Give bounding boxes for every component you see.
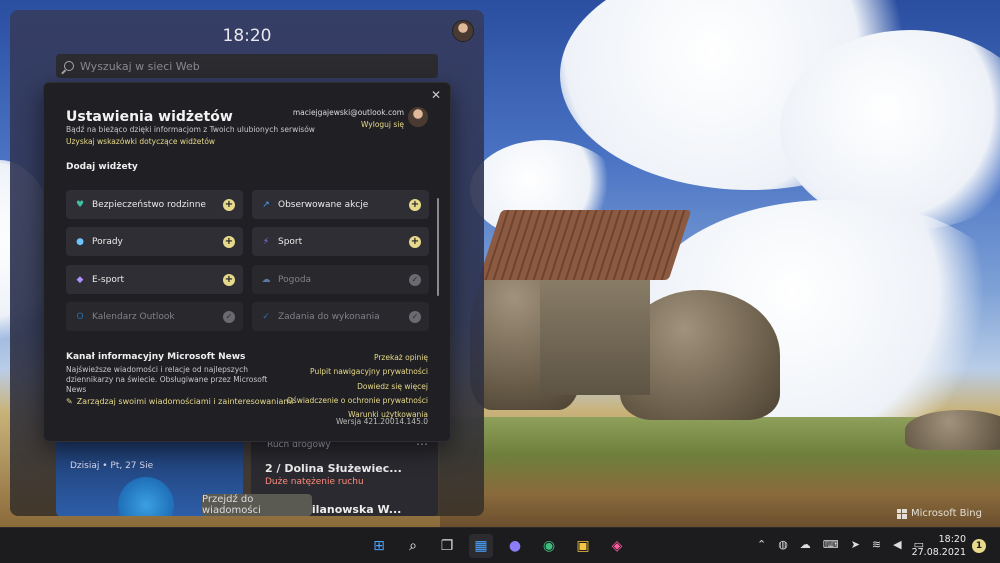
add-icon[interactable]: + — [223, 235, 235, 248]
house-roof — [478, 210, 692, 280]
taskbar-date: 27.08.2021 — [911, 547, 966, 558]
manage-interests-link[interactable]: ✎ Zarządzaj swoimi wiadomościami i zaint… — [66, 397, 293, 406]
widget-tile[interactable]: ↗ Obserwowane akcje + — [252, 190, 429, 219]
widget-tile-label: Sport — [278, 236, 303, 247]
add-icon[interactable]: + — [223, 198, 235, 211]
pencil-icon: ✎ — [66, 397, 73, 406]
add-widgets-heading: Dodaj widżety — [66, 162, 138, 172]
learn-more-link[interactable]: Dowiedz się więcej — [287, 380, 428, 394]
traffic-status: Duże natężenie ruchu — [265, 477, 364, 487]
web-search-box[interactable]: Wyszukaj w sieci Web — [56, 54, 438, 78]
widget-tile[interactable]: ✓ Zadania do wykonania ✓ — [252, 302, 429, 331]
store-icon[interactable]: ▣ — [571, 534, 595, 558]
todo-icon: ✓ — [262, 311, 270, 322]
privacy-statement-link[interactable]: Oświadczenie o ochronie prywatności — [287, 394, 428, 408]
widget-tile-label: Pogoda — [278, 274, 312, 285]
widget-settings-dialog: ✕ Ustawienia widżetów Bądź na bieżąco dz… — [43, 82, 451, 442]
teams-chat-icon[interactable]: ● — [503, 534, 527, 558]
edge-canary-icon[interactable]: ◉ — [537, 534, 561, 558]
chevron-up-icon[interactable]: ⌃ — [757, 538, 766, 551]
taskbar-apps: ⊞ ⌕ ❐ ▦ ● ◉ ▣ ◈ — [367, 534, 629, 558]
board-clock: 18:20 — [222, 26, 272, 46]
keyboard-icon[interactable]: ⌨ — [823, 538, 839, 551]
notification-badge[interactable]: 1 — [972, 539, 986, 553]
house-wall — [540, 270, 650, 395]
bing-watermark: Microsoft Bing — [896, 508, 982, 519]
dialog-title: Ustawienia widżetów — [66, 109, 233, 125]
dialog-subtitle: Bądź na bieżąco dzięki informacjom z Two… — [66, 125, 315, 134]
widget-tile-label: Obserwowane akcje — [278, 199, 369, 210]
scrollbar[interactable] — [437, 198, 439, 296]
widgets-icon[interactable]: ▦ — [469, 534, 493, 558]
widget-tile[interactable]: ● Porady + — [66, 227, 243, 256]
info-links: Przekaż opinię Pulpit nawigacyjny prywat… — [287, 351, 428, 422]
close-button[interactable]: ✕ — [428, 87, 444, 103]
runner-icon: ⚡ — [262, 236, 270, 247]
watermark-text: Microsoft Bing — [910, 508, 982, 519]
logout-link[interactable]: Wyloguj się — [361, 120, 404, 129]
widget-tile[interactable]: O Kalendarz Outlook ✓ — [66, 302, 243, 331]
location-icon[interactable]: ➤ — [851, 538, 860, 551]
heart-icon: ♥ — [75, 199, 85, 210]
news-feed-heading: Kanał informacyjny Microsoft News — [66, 352, 246, 362]
widget-tile[interactable]: ♥ Bezpieczeństwo rodzinne + — [66, 190, 243, 219]
account-avatar — [408, 107, 428, 127]
wifi-icon[interactable]: ≋ — [872, 538, 881, 551]
account-email: maciejgajewski@outlook.com — [292, 108, 404, 117]
search-placeholder: Wyszukaj w sieci Web — [80, 59, 200, 73]
widget-tile[interactable]: ☁ Pogoda ✓ — [252, 265, 429, 294]
search-icon[interactable]: ⌕ — [401, 534, 425, 558]
widget-tile[interactable]: ◆ E-sport + — [66, 265, 243, 294]
system-tray: ⌃ ◍ ☁ ⌨ ➤ ≋ ◀ ▭ — [757, 538, 924, 551]
outlook-icon: O — [76, 311, 84, 322]
onedrive-icon[interactable]: ☁ — [800, 538, 811, 551]
widget-tile-label: Kalendarz Outlook — [92, 311, 175, 322]
microsoft-logo-icon — [896, 508, 907, 519]
widget-tile-label: Bezpieczeństwo rodzinne — [92, 199, 206, 210]
lightbulb-icon: ● — [76, 236, 84, 247]
gamepad-icon: ◆ — [76, 274, 84, 285]
task-view-icon[interactable]: ❐ — [435, 534, 459, 558]
hill — [905, 410, 1000, 450]
search-icon — [64, 61, 74, 71]
meet-now-icon[interactable]: ◍ — [778, 538, 788, 551]
traffic-title: 2 / Dolina Służewiec... — [265, 462, 402, 475]
taskbar-clock[interactable]: 18:20 27.08.2021 — [912, 533, 966, 559]
board-avatar[interactable] — [452, 20, 474, 42]
privacy-dashboard-link[interactable]: Pulpit nawigacyjny prywatności — [287, 365, 428, 379]
widget-tile-label: E-sport — [92, 274, 125, 285]
manage-interests-label: Zarządzaj swoimi wiadomościami i zainter… — [76, 397, 294, 406]
photos-icon[interactable]: ◈ — [605, 534, 629, 558]
checkmark-icon: ✓ — [409, 273, 421, 286]
volume-icon[interactable]: ◀ — [893, 538, 901, 551]
add-icon[interactable]: + — [223, 273, 235, 286]
start-icon[interactable]: ⊞ — [367, 534, 391, 558]
stocks-icon: ↗ — [262, 199, 270, 210]
weather-icon — [118, 477, 174, 516]
news-feed-description: Najświeższe wiadomości i relacje od najl… — [66, 365, 268, 394]
widget-tile[interactable]: ⚡ Sport + — [252, 227, 429, 256]
checkmark-icon: ✓ — [223, 310, 235, 323]
feedback-link[interactable]: Przekaż opinię — [287, 351, 428, 365]
version-label: Wersja 421.20014.145.0 — [335, 417, 428, 426]
widget-tile-label: Zadania do wykonania — [278, 311, 380, 322]
add-icon[interactable]: + — [409, 198, 421, 211]
widget-tips-link[interactable]: Uzyskaj wskazówki dotyczące widżetów — [66, 137, 215, 146]
add-icon[interactable]: + — [409, 235, 421, 248]
go-to-news-tooltip: Przejdź do wiadomości — [202, 494, 312, 516]
today-label: Dzisiaj • Pt, 27 Sie — [70, 461, 154, 471]
checkmark-icon: ✓ — [409, 310, 421, 323]
cloud-icon: ☁ — [261, 274, 271, 285]
taskbar-time: 18:20 — [938, 534, 966, 545]
taskbar: ⊞ ⌕ ❐ ▦ ● ◉ ▣ ◈ ⌃ ◍ ☁ ⌨ ➤ ≋ ◀ ▭ 18:20 27.08.2021 1 — [0, 527, 1000, 563]
widget-tile-label: Porady — [92, 236, 123, 247]
